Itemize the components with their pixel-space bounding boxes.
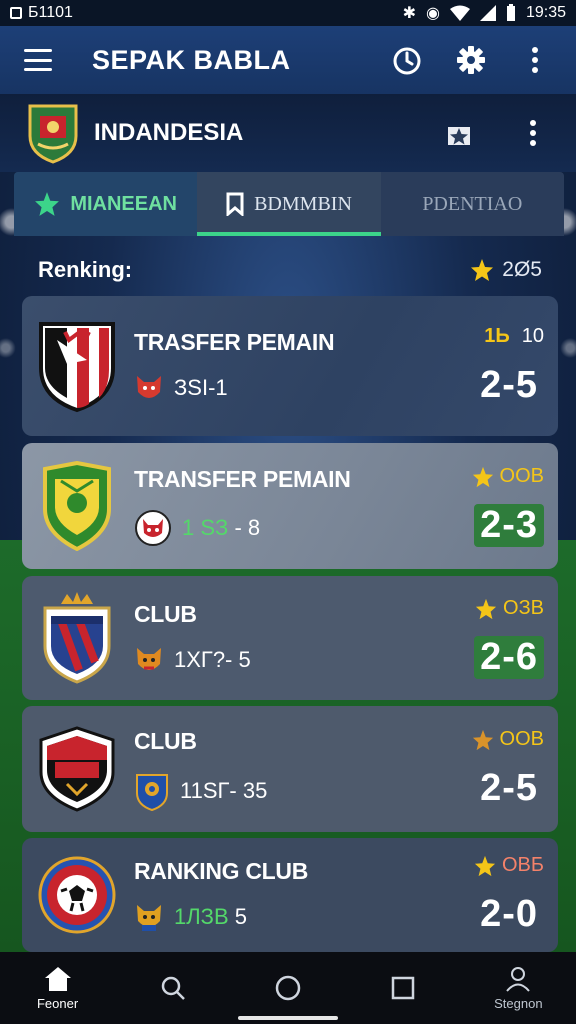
tab-bar: MIANEEAN BDMMBIN PDENTIAO xyxy=(14,172,564,236)
fox-crest-icon xyxy=(137,904,161,931)
tab-label: PDENTIAO xyxy=(422,192,523,215)
status-left-text: Б1101 xyxy=(28,4,73,21)
nav-home-label: Feoner xyxy=(36,995,79,1011)
tab-label: MIANEEAN xyxy=(70,192,177,215)
ranking-card[interactable]: CLUB 1XГ?- 5 ОЗВ 2-6 xyxy=(22,576,558,700)
card-score: 2-6 xyxy=(474,636,544,679)
card-score: 2-0 xyxy=(480,893,538,935)
dnd-icon: ◉ xyxy=(425,5,440,22)
timer-icon[interactable] xyxy=(390,43,424,77)
club-crest-icon xyxy=(39,726,115,812)
card-title: TRASFER PEMAIN xyxy=(134,328,335,355)
blue-crest-icon xyxy=(136,773,168,811)
square-recents-icon xyxy=(391,976,415,1000)
notification-icon xyxy=(10,7,22,19)
soccer-ball-crest-icon xyxy=(38,856,116,934)
ranking-year: 2Ø5 xyxy=(502,258,542,281)
signal-icon xyxy=(479,5,496,21)
star-icon xyxy=(474,855,496,876)
club-crest-icon xyxy=(43,461,111,551)
tab-label: BDMMBIN xyxy=(254,192,352,215)
app-title: SEPAK BABLA xyxy=(92,44,291,75)
ranking-card[interactable]: CLUB 11SГ- 35 ООВ 2-5 xyxy=(22,706,558,832)
star-icon xyxy=(472,466,493,487)
card-subline: ЗЅІ-1 xyxy=(174,374,228,400)
nav-profile-label: Stegnon xyxy=(494,995,543,1011)
settings-gear-icon[interactable] xyxy=(454,43,488,77)
circle-home-icon xyxy=(275,975,301,1001)
gesture-bar[interactable] xyxy=(238,1016,338,1020)
team-more-icon[interactable] xyxy=(516,116,550,150)
card-subline: 1 SЗ - 8 xyxy=(182,514,261,540)
ranking-label: Renking: xyxy=(38,257,133,282)
menu-icon[interactable] xyxy=(24,49,52,71)
ranking-card[interactable]: RANKING CLUB 1ЛЗВ 5 ОВБ 2-0 xyxy=(22,838,558,952)
battery-icon xyxy=(506,4,515,21)
star-icon xyxy=(475,598,497,619)
search-icon xyxy=(161,976,185,1000)
nav-home-circle[interactable] xyxy=(243,974,333,1002)
card-title: TRANSFER PEMAIN xyxy=(134,465,351,492)
fox-crest-icon xyxy=(137,647,161,670)
nav-profile[interactable]: Stegnon xyxy=(473,966,563,1011)
card-badge: ОЗВ xyxy=(503,597,544,619)
nav-home[interactable]: Feoner xyxy=(13,966,103,1011)
team-crest-icon xyxy=(28,104,78,164)
card-title: RANKING CLUB xyxy=(134,857,308,884)
ranking-card[interactable]: TRASFER PEMAIN ЗЅІ-1 1Ь 10 2-5 xyxy=(22,296,558,436)
favorite-star-icon[interactable] xyxy=(442,116,476,150)
nav-search[interactable] xyxy=(128,975,218,1001)
bottom-navigation: Feoner Stegnon xyxy=(0,952,576,1024)
home-icon xyxy=(44,966,71,991)
cat-crest-icon xyxy=(135,509,171,546)
card-score: 2-3 xyxy=(474,504,544,547)
card-subline: 11SГ- 35 xyxy=(180,777,268,803)
person-icon xyxy=(506,966,531,992)
star-icon xyxy=(471,259,494,281)
tab-pdentiao[interactable]: PDENTIAO xyxy=(381,172,564,236)
card-score: 2-5 xyxy=(480,767,538,809)
nav-recents[interactable] xyxy=(358,975,448,1001)
tab-mianeean[interactable]: MIANEEAN xyxy=(14,172,198,236)
club-crest-icon xyxy=(39,322,115,413)
card-score: 2-5 xyxy=(480,364,538,406)
team-header: INDANDESIA xyxy=(0,94,576,172)
wifi-icon xyxy=(449,5,470,21)
ranking-header: Renking: 2Ø5 xyxy=(38,252,542,288)
bookmark-icon xyxy=(226,192,244,216)
card-title: CLUB xyxy=(134,727,197,754)
app-bar: SEPAK BABLA xyxy=(0,26,576,94)
status-bar: Б1101 ✱ ◉ 19:35 xyxy=(0,0,576,26)
card-badge-number: 10 xyxy=(521,325,544,347)
card-subline: 1XГ?- 5 xyxy=(174,646,251,672)
card-subline: 1ЛЗВ 5 xyxy=(174,903,248,929)
club-crest-icon xyxy=(43,592,111,684)
card-badge: 1Ь xyxy=(484,325,510,347)
team-name: INDANDESIA xyxy=(94,119,244,146)
tab-bdmmbin[interactable]: BDMMBIN xyxy=(197,172,381,236)
status-time: 19:35 xyxy=(525,4,566,21)
card-badge: OOB xyxy=(499,465,544,487)
card-badge: ООВ xyxy=(499,728,544,750)
fox-crest-icon xyxy=(137,375,161,398)
bluetooth-icon: ✱ xyxy=(402,5,416,22)
card-badge: ОВБ xyxy=(501,854,544,876)
star-icon xyxy=(472,729,493,750)
more-vert-icon[interactable] xyxy=(518,43,552,77)
ranking-card[interactable]: TRANSFER PEMAIN 1 SЗ - 8 OOB 2-3 xyxy=(22,443,558,569)
card-title: CLUB xyxy=(134,600,197,627)
star-icon xyxy=(35,192,60,216)
